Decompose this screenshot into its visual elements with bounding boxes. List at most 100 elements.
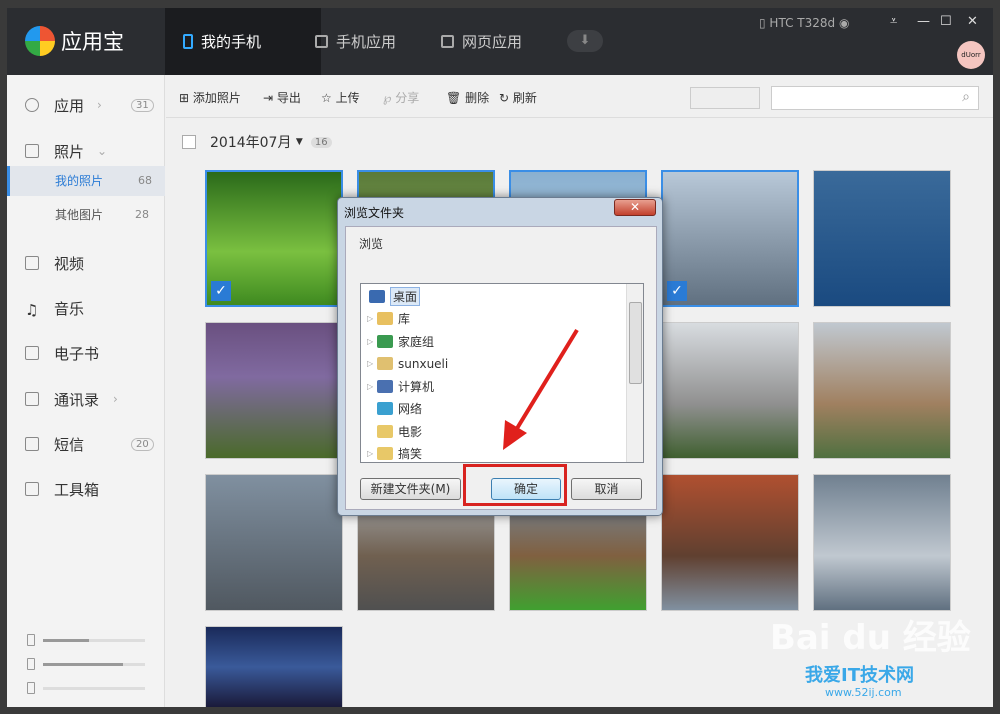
sidebar-item-music[interactable]: ♫ 音乐 [7,293,165,323]
photo-thumbnail[interactable] [813,170,951,307]
expand-icon[interactable]: ▷ [367,359,377,368]
storage-bar [43,686,145,690]
annotation-arrow [503,328,579,450]
photo-thumbnail[interactable] [205,322,343,459]
tab-web-apps[interactable]: 网页应用 [423,8,540,75]
device-selector[interactable]: ▯ HTC T328d ◉ [759,16,849,30]
sidebar-item-contacts[interactable]: 通讯录 › [7,384,165,414]
label: 刷新 [512,91,537,105]
label: 添加照片 [192,91,241,105]
storage-sd2 [27,682,145,694]
sidebar-item-video[interactable]: 视频 [7,248,165,278]
folder-icon [377,312,393,325]
label: 视频 [54,254,85,273]
sidebar-item-toolbox[interactable]: 工具箱 [7,474,165,504]
share-button[interactable]: ℘ 分享 [383,89,419,106]
storage-bar [43,662,145,666]
expand-icon[interactable]: ▷ [367,337,377,346]
sidebar-item-my-photos[interactable]: 我的照片 68 [7,166,165,196]
search-input[interactable]: ⌕ [771,86,979,110]
search-icon: ⌕ [962,89,970,105]
expand-icon[interactable]: ▷ [367,382,377,391]
photo-thumbnail[interactable] [661,322,799,459]
app-name: 应用宝 [61,30,124,54]
scrollbar-thumb[interactable] [629,302,642,384]
contacts-icon [25,392,39,406]
label: 分享 [395,91,420,105]
sidebar: 应用 › 31 照片 ⌄ 我的照片 68 其他图片 28 视频 ♫ 音乐 电子书 通讯录 › … [7,75,165,707]
refresh-button[interactable]: ↻ 刷新 [499,89,537,106]
view-mode-switch[interactable] [690,87,760,109]
label: 我的照片 [55,174,104,188]
count-badge: 16 [310,136,332,148]
dialog-close-button[interactable]: ✕ [614,199,656,216]
tree-item[interactable]: ▷ 家庭组 [367,331,434,351]
sidebar-item-sms[interactable]: 短信 20 [7,429,165,459]
logo-icon [25,26,55,56]
label: 工具箱 [54,480,100,499]
add-photo-button[interactable]: ⊞ 添加照片 [179,89,241,106]
watermark-logo: Bai du 经验 [770,618,971,658]
count-badge: 31 [131,98,154,112]
tree-item[interactable]: ▷ 库 [367,309,410,329]
tree-item-label: sunxueli [398,356,449,371]
chevron-right-icon: › [97,98,102,112]
tree-item[interactable]: ▷ sunxueli [367,354,448,374]
delete-button[interactable]: 🗑 删除 [446,89,489,106]
photo-thumbnail[interactable] [661,474,799,611]
sidebar-item-other-pictures[interactable]: 其他图片 28 [7,200,165,230]
tree-item[interactable]: ▷ 计算机 [367,376,434,396]
photo-thumbnail[interactable]: ✓ [661,170,799,307]
folder-icon [377,447,393,460]
minimize-icon[interactable]: — [917,14,930,29]
device-name: HTC T328d [769,16,836,30]
check-icon[interactable]: ✓ [211,281,231,301]
tab-label: 我的手机 [201,33,262,51]
tree-item-label: 搞笑 [398,447,423,461]
toolbar: ⊞ 添加照片 ⇥ 导出 ☆ 上传 ℘ 分享 🗑 删除 ↻ 刷新 ⌕ [166,75,993,118]
book-icon [25,346,39,360]
watermark-url: www.52ij.com [825,686,902,699]
header: 应用宝 我的手机 手机应用 网页应用 ⬇ ▯ HTC T328d ◉ ⩡ — ☐… [7,8,993,75]
sidebar-item-ebook[interactable]: 电子书 [7,338,165,368]
app-icon [315,35,328,48]
tree-item[interactable]: 网络 [367,399,422,419]
photo-thumbnail[interactable] [813,474,951,611]
phone-icon [183,34,193,49]
folder-icon [377,334,393,348]
photo-thumbnail[interactable] [205,474,343,611]
check-icon[interactable]: ✓ [667,281,687,301]
photo-thumbnail[interactable] [205,626,343,707]
select-all-checkbox[interactable] [182,135,196,149]
tree-item[interactable]: 电影 [367,421,422,441]
photo-thumbnail[interactable] [813,322,951,459]
tree-item-label: 库 [398,312,411,326]
folder-icon [377,424,393,438]
watermark-text: 我爱IT技术网 [805,665,914,686]
caret-down-icon[interactable]: ▼ [296,137,303,147]
photo-thumbnail[interactable]: ✓ [205,170,343,307]
menu-icon[interactable]: ⩡ [890,14,897,29]
tab-phone-apps[interactable]: 手机应用 [297,8,414,75]
download-icon[interactable]: ⬇ [567,30,603,52]
expand-icon[interactable]: ▷ [367,449,377,458]
sidebar-item-apps[interactable]: 应用 › 31 [7,90,165,120]
count-badge: 20 [131,437,154,451]
upload-button[interactable]: ☆ 上传 [321,89,360,106]
tree-item[interactable]: ▷ 搞笑 [367,444,422,464]
scrollbar[interactable] [626,284,643,462]
new-folder-button[interactable]: 新建文件夹(M) [360,478,461,500]
expand-icon[interactable]: ▷ [367,314,377,323]
sms-icon [25,437,39,451]
avatar[interactable]: dUorr [957,41,985,69]
folder-icon [377,379,393,393]
group-title[interactable]: 2014年07月 [210,132,291,152]
close-icon[interactable]: ✕ [967,14,978,29]
label: 短信 [54,435,85,454]
cancel-button[interactable]: 取消 [571,478,642,500]
sidebar-item-photos[interactable]: 照片 ⌄ [7,136,165,166]
maximize-icon[interactable]: ☐ [940,14,952,29]
tree-item[interactable]: 桌面 [369,286,421,306]
export-button[interactable]: ⇥ 导出 [263,89,301,106]
logo: 应用宝 [25,26,124,56]
